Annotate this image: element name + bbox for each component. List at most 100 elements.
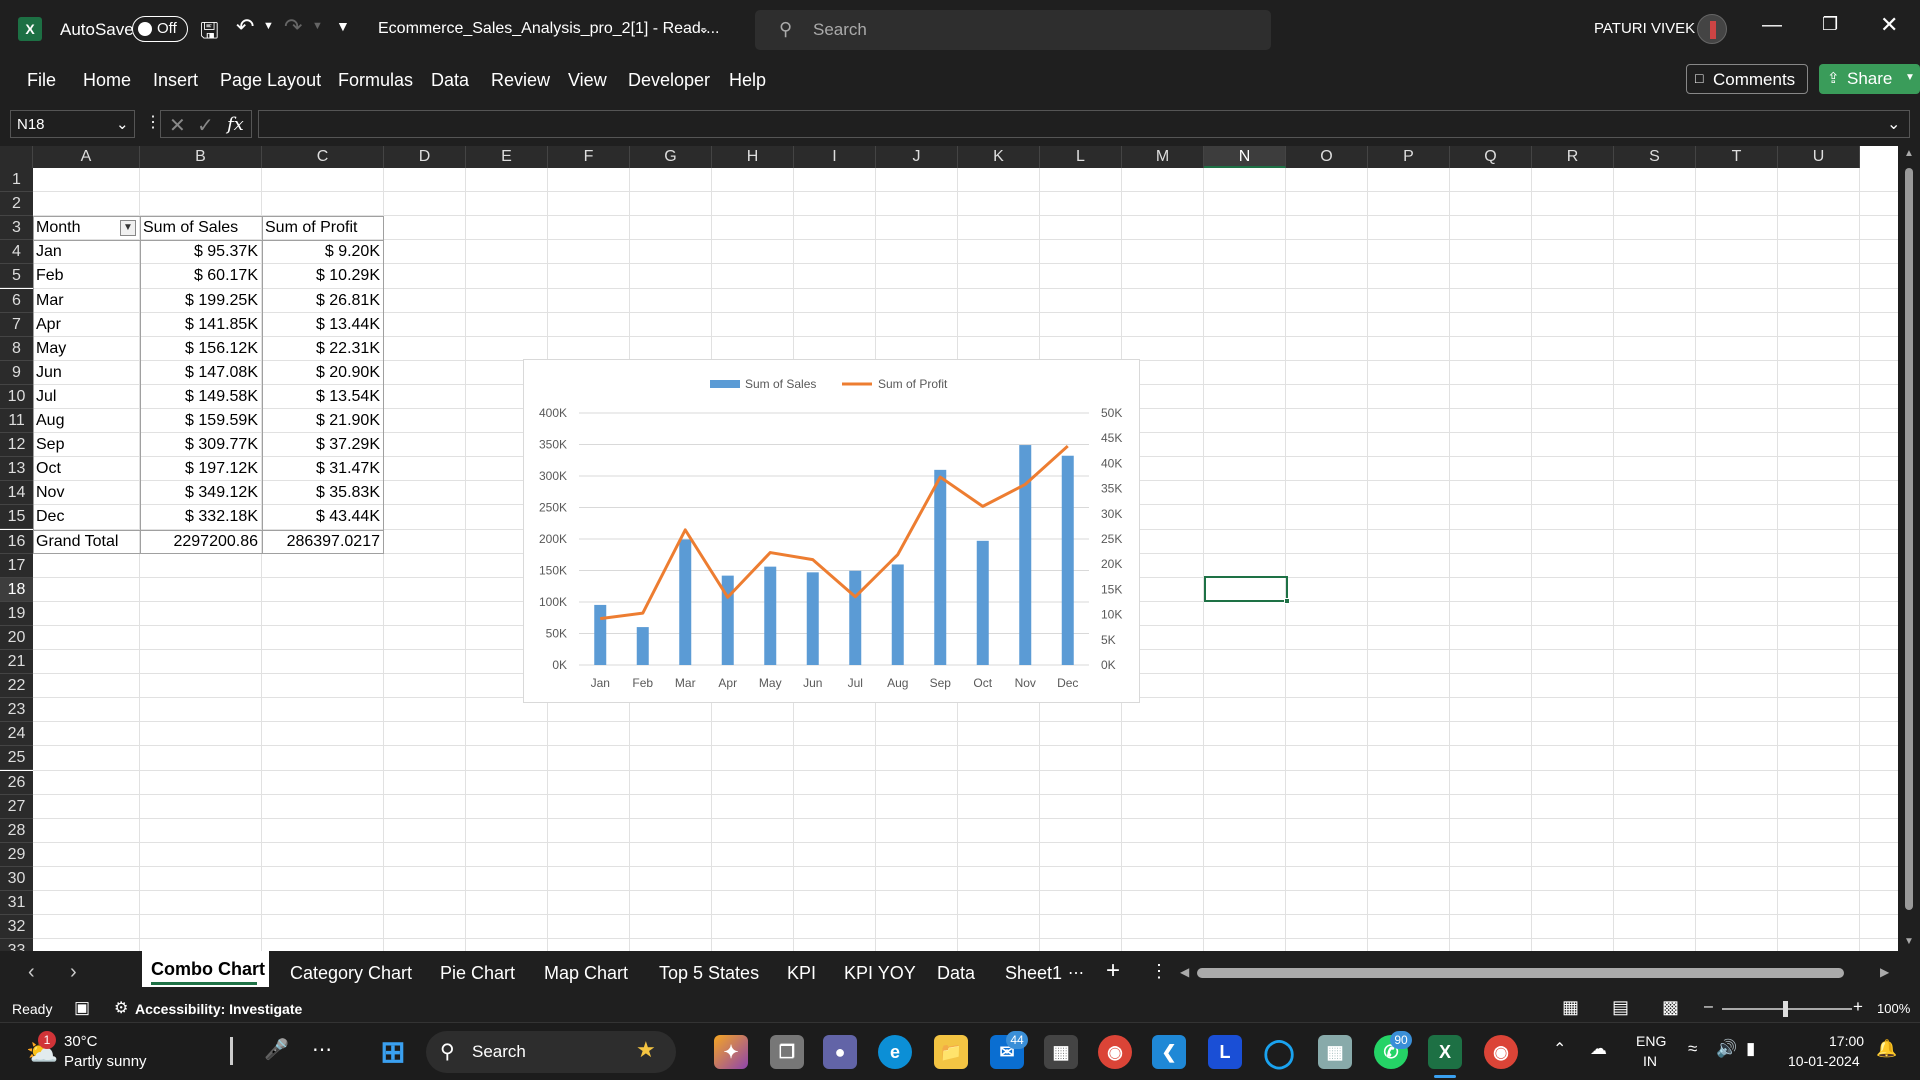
search-box[interactable]: ⚲ Search	[755, 10, 1271, 50]
column-header-i[interactable]: I	[794, 146, 876, 168]
row-header-17[interactable]: 17	[0, 553, 33, 578]
tab-kpi-yoy[interactable]: KPI YOY	[844, 963, 916, 984]
normal-view-icon[interactable]: ▦	[1562, 997, 1579, 1018]
user-name[interactable]: PATURI VIVEK	[1594, 20, 1695, 37]
column-header-c[interactable]: C	[262, 146, 384, 168]
column-header-b[interactable]: B	[140, 146, 262, 168]
clock-time[interactable]: 17:00	[1829, 1033, 1864, 1049]
pivot-month-cell[interactable]: Dec	[36, 505, 136, 529]
pivot-sales-cell[interactable]: $ 149.58K	[143, 385, 258, 409]
avatar[interactable]	[1697, 14, 1727, 44]
formula-input[interactable]: ⌄	[258, 110, 1910, 138]
row-header-14[interactable]: 14	[0, 481, 33, 506]
row-header-21[interactable]: 21	[0, 650, 33, 675]
filename-dropdown-icon[interactable]: ⌄	[698, 20, 710, 37]
language-in[interactable]: IN	[1643, 1053, 1657, 1069]
pivot-total-sales[interactable]: 2297200.86	[143, 530, 258, 554]
zoom-level[interactable]: 100%	[1877, 1001, 1910, 1016]
pivot-profit-cell[interactable]: $ 10.29K	[265, 264, 380, 288]
task-view-icon[interactable]: ❐	[770, 1035, 804, 1069]
zoom-in-icon[interactable]: +	[1853, 997, 1863, 1017]
pivot-month-cell[interactable]: Sep	[36, 433, 136, 457]
row-header-3[interactable]: 3	[0, 216, 33, 241]
row-header-22[interactable]: 22	[0, 674, 33, 699]
menu-review[interactable]: Review	[491, 70, 550, 91]
tab-kpi[interactable]: KPI	[787, 963, 816, 984]
pivot-total-profit[interactable]: 286397.0217	[265, 530, 380, 554]
accessibility-status[interactable]: Accessibility: Investigate	[135, 1001, 302, 1017]
pivot-sales-cell[interactable]: $ 197.12K	[143, 457, 258, 481]
column-header-a[interactable]: A	[33, 146, 140, 168]
column-header-h[interactable]: H	[712, 146, 794, 168]
row-header-16[interactable]: 16	[0, 529, 33, 554]
row-header-23[interactable]: 23	[0, 698, 33, 723]
pivot-total-label[interactable]: Grand Total	[36, 530, 136, 554]
pivot-month-cell[interactable]: Apr	[36, 313, 136, 337]
row-header-1[interactable]: 1	[0, 168, 33, 193]
menu-developer[interactable]: Developer	[628, 70, 710, 91]
row-header-30[interactable]: 30	[0, 866, 33, 891]
app-icon[interactable]: ▦	[1318, 1035, 1352, 1069]
column-header-m[interactable]: M	[1122, 146, 1204, 168]
row-header-28[interactable]: 28	[0, 818, 33, 843]
excel-logo-icon[interactable]: X	[18, 17, 42, 41]
pivot-header-profit[interactable]: Sum of Profit	[265, 216, 380, 240]
undo-dropdown-icon[interactable]: ▼	[263, 20, 274, 32]
notification-bell-icon[interactable]: 🔔	[1876, 1039, 1897, 1059]
pivot-month-cell[interactable]: Oct	[36, 457, 136, 481]
copilot-icon[interactable]: ✦	[714, 1035, 748, 1069]
language-eng[interactable]: ENG	[1636, 1033, 1666, 1049]
row-header-4[interactable]: 4	[0, 240, 33, 265]
zoom-slider[interactable]	[1722, 1001, 1852, 1017]
tab-data[interactable]: Data	[937, 963, 975, 984]
pivot-profit-cell[interactable]: $ 9.20K	[265, 240, 380, 264]
tab-sheet1[interactable]: Sheet1	[1005, 963, 1062, 984]
column-header-n[interactable]: N	[1204, 146, 1286, 168]
pivot-sales-cell[interactable]: $ 199.25K	[143, 289, 258, 313]
row-header-26[interactable]: 26	[0, 770, 33, 795]
comments-button[interactable]: □ Comments	[1686, 64, 1808, 94]
l-app-icon[interactable]: L	[1208, 1035, 1242, 1069]
menu-formulas[interactable]: Formulas	[338, 70, 413, 91]
save-icon[interactable]: 🖫	[200, 14, 219, 52]
pivot-profit-cell[interactable]: $ 31.47K	[265, 457, 380, 481]
column-header-q[interactable]: Q	[1450, 146, 1532, 168]
tab-combo-chart[interactable]: Combo Chart	[151, 959, 265, 980]
share-dropdown-icon[interactable]: ▼	[1905, 72, 1915, 83]
insert-function-icon[interactable]: fx	[227, 114, 244, 135]
column-header-t[interactable]: T	[1696, 146, 1778, 168]
chrome-profile-icon[interactable]: ◉	[1484, 1035, 1518, 1069]
add-sheet-icon[interactable]: +	[1106, 957, 1120, 985]
row-header-6[interactable]: 6	[0, 288, 33, 313]
column-header-e[interactable]: E	[466, 146, 548, 168]
vscode-icon[interactable]: ❮	[1152, 1035, 1186, 1069]
row-header-13[interactable]: 13	[0, 457, 33, 482]
pivot-month-cell[interactable]: Jun	[36, 361, 136, 385]
file-explorer-icon[interactable]: 📁	[934, 1035, 968, 1069]
volume-icon[interactable]: 🔊	[1716, 1039, 1737, 1059]
pivot-sales-cell[interactable]: $ 332.18K	[143, 505, 258, 529]
pivot-profit-cell[interactable]: $ 13.54K	[265, 385, 380, 409]
pivot-sales-cell[interactable]: $ 141.85K	[143, 313, 258, 337]
column-header-l[interactable]: L	[1040, 146, 1122, 168]
start-icon[interactable]: ⊞	[376, 1035, 410, 1069]
clock-date[interactable]: 10-01-2024	[1788, 1053, 1860, 1069]
page-layout-view-icon[interactable]: ▤	[1612, 997, 1629, 1018]
row-header-27[interactable]: 27	[0, 794, 33, 819]
pivot-profit-cell[interactable]: $ 21.90K	[265, 409, 380, 433]
pivot-profit-cell[interactable]: $ 22.31K	[265, 337, 380, 361]
next-sheet-icon[interactable]: ›	[70, 961, 77, 984]
pivot-month-cell[interactable]: Jan	[36, 240, 136, 264]
row-header-8[interactable]: 8	[0, 336, 33, 361]
excel-taskbar-icon[interactable]: X	[1428, 1035, 1462, 1069]
customize-qat-icon[interactable]: ▼	[336, 18, 350, 34]
tabs-options-icon[interactable]: ⋮	[1150, 961, 1168, 982]
autosave-toggle[interactable]: Off	[132, 16, 188, 42]
worksheet-grid[interactable]: ABCDEFGHIJKLMNOPQRSTU 1 2 3 4 5 6 7 8 9 10 11 12 13 1…	[0, 146, 1920, 951]
undo-icon[interactable]: ↶	[236, 14, 254, 40]
horizontal-scroll-thumb[interactable]	[1197, 968, 1844, 978]
row-header-5[interactable]: 5	[0, 264, 33, 289]
teams-icon[interactable]: ●	[823, 1035, 857, 1069]
weather-widget[interactable]: ⛅ 1 30°C Partly sunny	[22, 1031, 202, 1073]
accessibility-icon[interactable]: ⚙	[114, 998, 128, 1018]
